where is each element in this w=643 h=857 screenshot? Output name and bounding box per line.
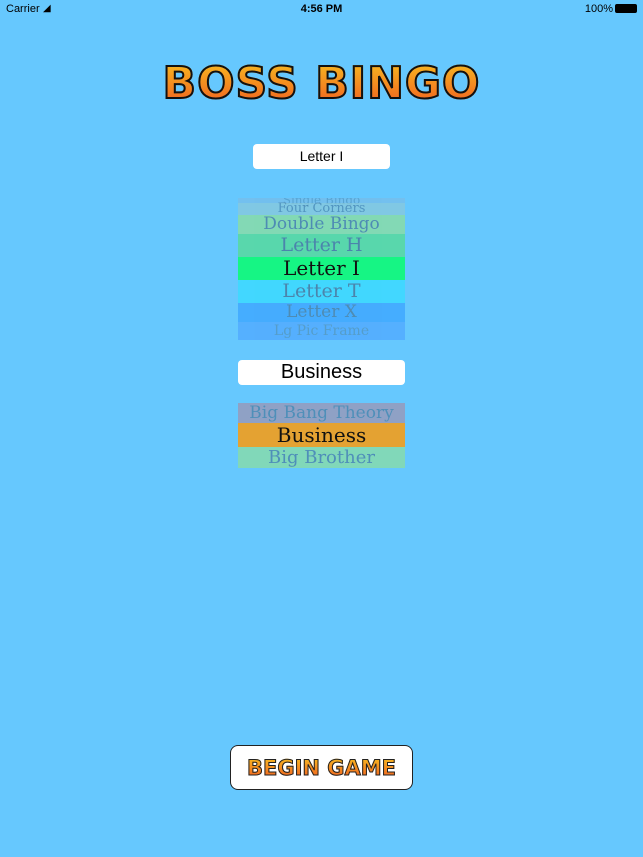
theme-picker[interactable]: Big Bang Theory Business Big Brother: [238, 403, 405, 468]
battery-label: 100%: [584, 3, 613, 15]
theme-field[interactable]: Business: [238, 360, 405, 385]
begin-game-button[interactable]: BEGIN GAME: [230, 745, 413, 790]
picker-row[interactable]: Letter I: [238, 257, 405, 280]
picker-row[interactable]: Big Brother: [238, 447, 405, 468]
picker-row[interactable]: Letter T: [238, 280, 405, 303]
picker-row[interactable]: Lg Pic Frame: [238, 322, 405, 340]
picker-row[interactable]: Business: [238, 423, 405, 447]
time-label: 4:56 PM: [300, 3, 343, 15]
picker-row[interactable]: Letter H: [238, 234, 405, 257]
picker-row[interactable]: Big Bang Theory: [238, 403, 405, 423]
picker-row[interactable]: Double Bingo: [238, 215, 405, 234]
pattern-picker[interactable]: Single BingoFour CornersDouble BingoLett…: [238, 198, 405, 340]
picker-row[interactable]: Letter X: [238, 303, 405, 322]
status-bar: Carrier ◢ 4:56 PM 100%: [0, 0, 643, 18]
battery-icon: [615, 4, 637, 13]
pattern-field[interactable]: Letter I: [253, 144, 390, 169]
logo: BOSS BINGO: [162, 57, 481, 110]
